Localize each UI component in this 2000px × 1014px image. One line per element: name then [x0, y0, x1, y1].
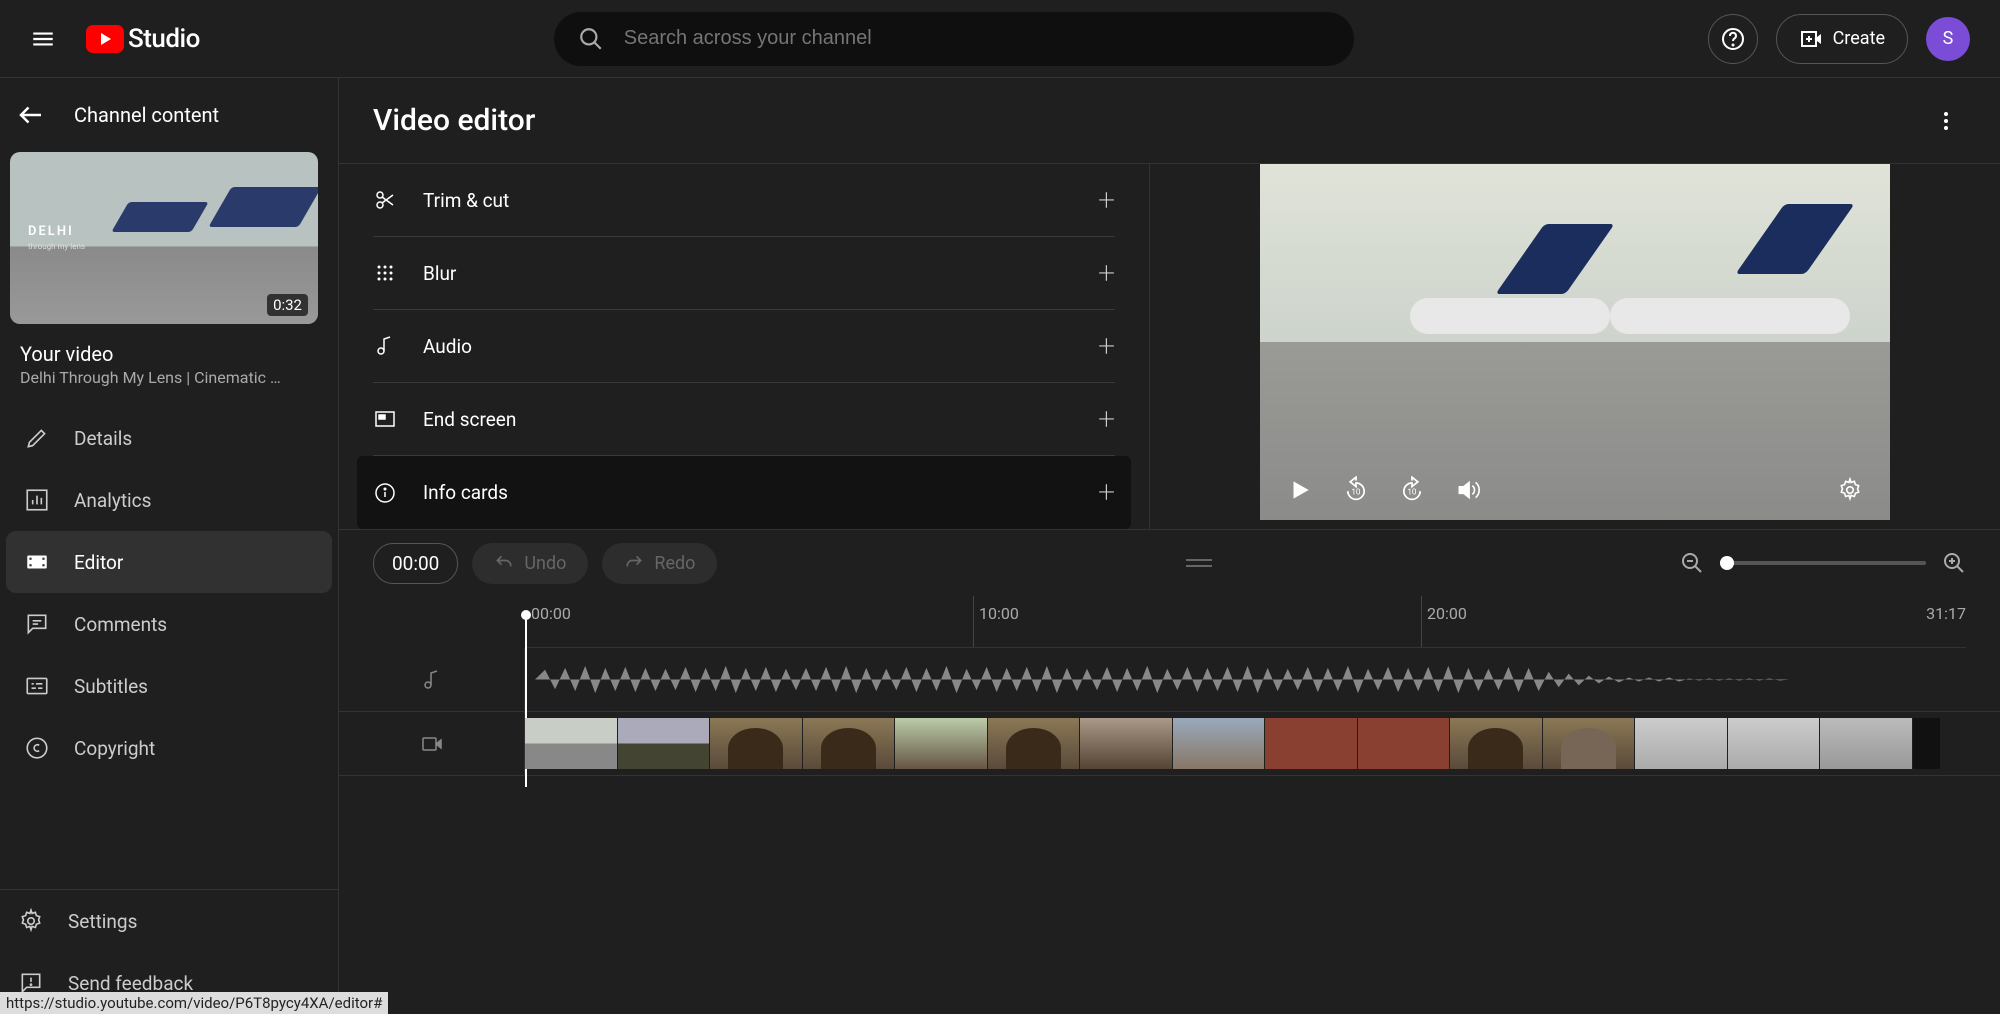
- redo-button[interactable]: Redo: [602, 543, 717, 584]
- more-button[interactable]: [1926, 101, 1966, 141]
- ruler-tick-1: 10:00: [979, 604, 1019, 623]
- help-button[interactable]: [1708, 14, 1758, 64]
- tool-blur[interactable]: Blur +: [373, 237, 1115, 310]
- tool-infocards[interactable]: Info cards +: [357, 456, 1131, 529]
- back-button[interactable]: [16, 100, 46, 130]
- sidebar-item-details[interactable]: Details: [6, 407, 332, 469]
- tool-list: Trim & cut + Blur + Audio +: [339, 164, 1149, 529]
- blur-icon: [373, 261, 397, 285]
- preview-controls: 10 10: [1260, 460, 1890, 520]
- forward-10-button[interactable]: 10: [1396, 474, 1428, 506]
- search-icon: [578, 26, 604, 52]
- logo-text: Studio: [128, 24, 200, 54]
- filmstrip: [525, 718, 1940, 769]
- subtitles-icon: [24, 673, 50, 699]
- video-thumbnail[interactable]: DELHI through my lens 0:32: [10, 152, 318, 324]
- rewind-10-button[interactable]: 10: [1340, 474, 1372, 506]
- plus-icon: +: [1098, 329, 1115, 364]
- ruler-tick-0: 00:00: [531, 604, 571, 623]
- your-video-label: Your video: [0, 324, 338, 368]
- page-title: Video editor: [373, 103, 535, 138]
- help-icon: [1721, 27, 1745, 51]
- timeline-controls: 00:00 Undo Redo: [339, 530, 2000, 596]
- pencil-icon: [24, 425, 50, 451]
- video-icon: [420, 732, 444, 756]
- hamburger-icon[interactable]: [30, 26, 56, 52]
- volume-button[interactable]: [1452, 474, 1484, 506]
- sidebar-item-comments[interactable]: Comments: [6, 593, 332, 655]
- waveform: [525, 662, 1930, 697]
- redo-icon: [624, 553, 644, 573]
- video-track[interactable]: [339, 712, 2000, 776]
- create-icon: [1799, 27, 1823, 51]
- endscreen-icon: [373, 407, 397, 431]
- zoom-control: [1680, 551, 1966, 575]
- undo-button[interactable]: Undo: [472, 543, 588, 584]
- video-preview[interactable]: 10 10: [1260, 164, 1890, 520]
- zoom-out-icon[interactable]: [1680, 551, 1704, 575]
- volume-icon: [1455, 477, 1481, 503]
- gear-icon: [1837, 477, 1863, 503]
- music-icon: [420, 668, 444, 692]
- studio-logo[interactable]: Studio: [86, 24, 200, 54]
- zoom-slider[interactable]: [1720, 561, 1926, 565]
- sidebar-item-settings[interactable]: Settings: [0, 890, 338, 952]
- duration-badge: 0:32: [267, 294, 308, 316]
- ruler-tick-2: 20:00: [1427, 604, 1467, 623]
- plus-icon: +: [1098, 475, 1115, 510]
- info-icon: [373, 481, 397, 505]
- svg-text:10: 10: [1351, 487, 1361, 497]
- rewind-icon: 10: [1342, 476, 1370, 504]
- create-button[interactable]: Create: [1776, 14, 1908, 64]
- search-input[interactable]: [624, 27, 1330, 50]
- back-label: Channel content: [74, 103, 219, 127]
- tool-endscreen[interactable]: End screen +: [373, 383, 1115, 456]
- search-bar[interactable]: [554, 12, 1354, 66]
- comments-icon: [24, 611, 50, 637]
- main-content: Video editor Trim & cut + Blur: [339, 78, 2000, 1014]
- sidebar-item-subtitles[interactable]: Subtitles: [6, 655, 332, 717]
- status-bar-url: https://studio.youtube.com/video/P6T8pyc…: [0, 992, 388, 1014]
- create-label: Create: [1833, 28, 1885, 49]
- preview-settings-button[interactable]: [1834, 474, 1866, 506]
- panel-drag-handle[interactable]: [1184, 559, 1214, 567]
- undo-icon: [494, 553, 514, 573]
- play-icon: [1287, 477, 1313, 503]
- youtube-icon: [86, 25, 124, 53]
- svg-text:10: 10: [1407, 487, 1417, 497]
- play-button[interactable]: [1284, 474, 1316, 506]
- gear-icon: [18, 908, 44, 934]
- account-avatar[interactable]: S: [1926, 17, 1970, 61]
- copyright-icon: [24, 735, 50, 761]
- sidebar-item-editor[interactable]: Editor: [6, 531, 332, 593]
- zoom-in-icon[interactable]: [1942, 551, 1966, 575]
- forward-icon: 10: [1398, 476, 1426, 504]
- arrow-left-icon: [16, 100, 46, 130]
- editor-icon: [24, 549, 50, 575]
- sidebar-item-copyright[interactable]: Copyright: [6, 717, 332, 779]
- plus-icon: +: [1098, 402, 1115, 437]
- video-title-label: Delhi Through My Lens | Cinematic …: [0, 368, 338, 401]
- music-icon: [373, 334, 397, 358]
- tool-trim[interactable]: Trim & cut +: [373, 164, 1115, 237]
- timeline: 00:00 10:00 20:00 31:17: [339, 596, 2000, 1014]
- sidebar: Channel content DELHI through my lens 0:…: [0, 78, 339, 1014]
- more-vert-icon: [1934, 109, 1958, 133]
- timecode-display[interactable]: 00:00: [373, 543, 458, 584]
- tool-audio[interactable]: Audio +: [373, 310, 1115, 383]
- analytics-icon: [24, 487, 50, 513]
- sidebar-item-analytics[interactable]: Analytics: [6, 469, 332, 531]
- plus-icon: +: [1098, 183, 1115, 218]
- scissors-icon: [373, 188, 397, 212]
- audio-track[interactable]: [339, 648, 2000, 712]
- ruler-tick-end: 31:17: [1926, 604, 1966, 623]
- app-header: Studio Create S: [0, 0, 2000, 78]
- time-ruler[interactable]: 00:00 10:00 20:00 31:17: [525, 596, 1966, 648]
- plus-icon: +: [1098, 256, 1115, 291]
